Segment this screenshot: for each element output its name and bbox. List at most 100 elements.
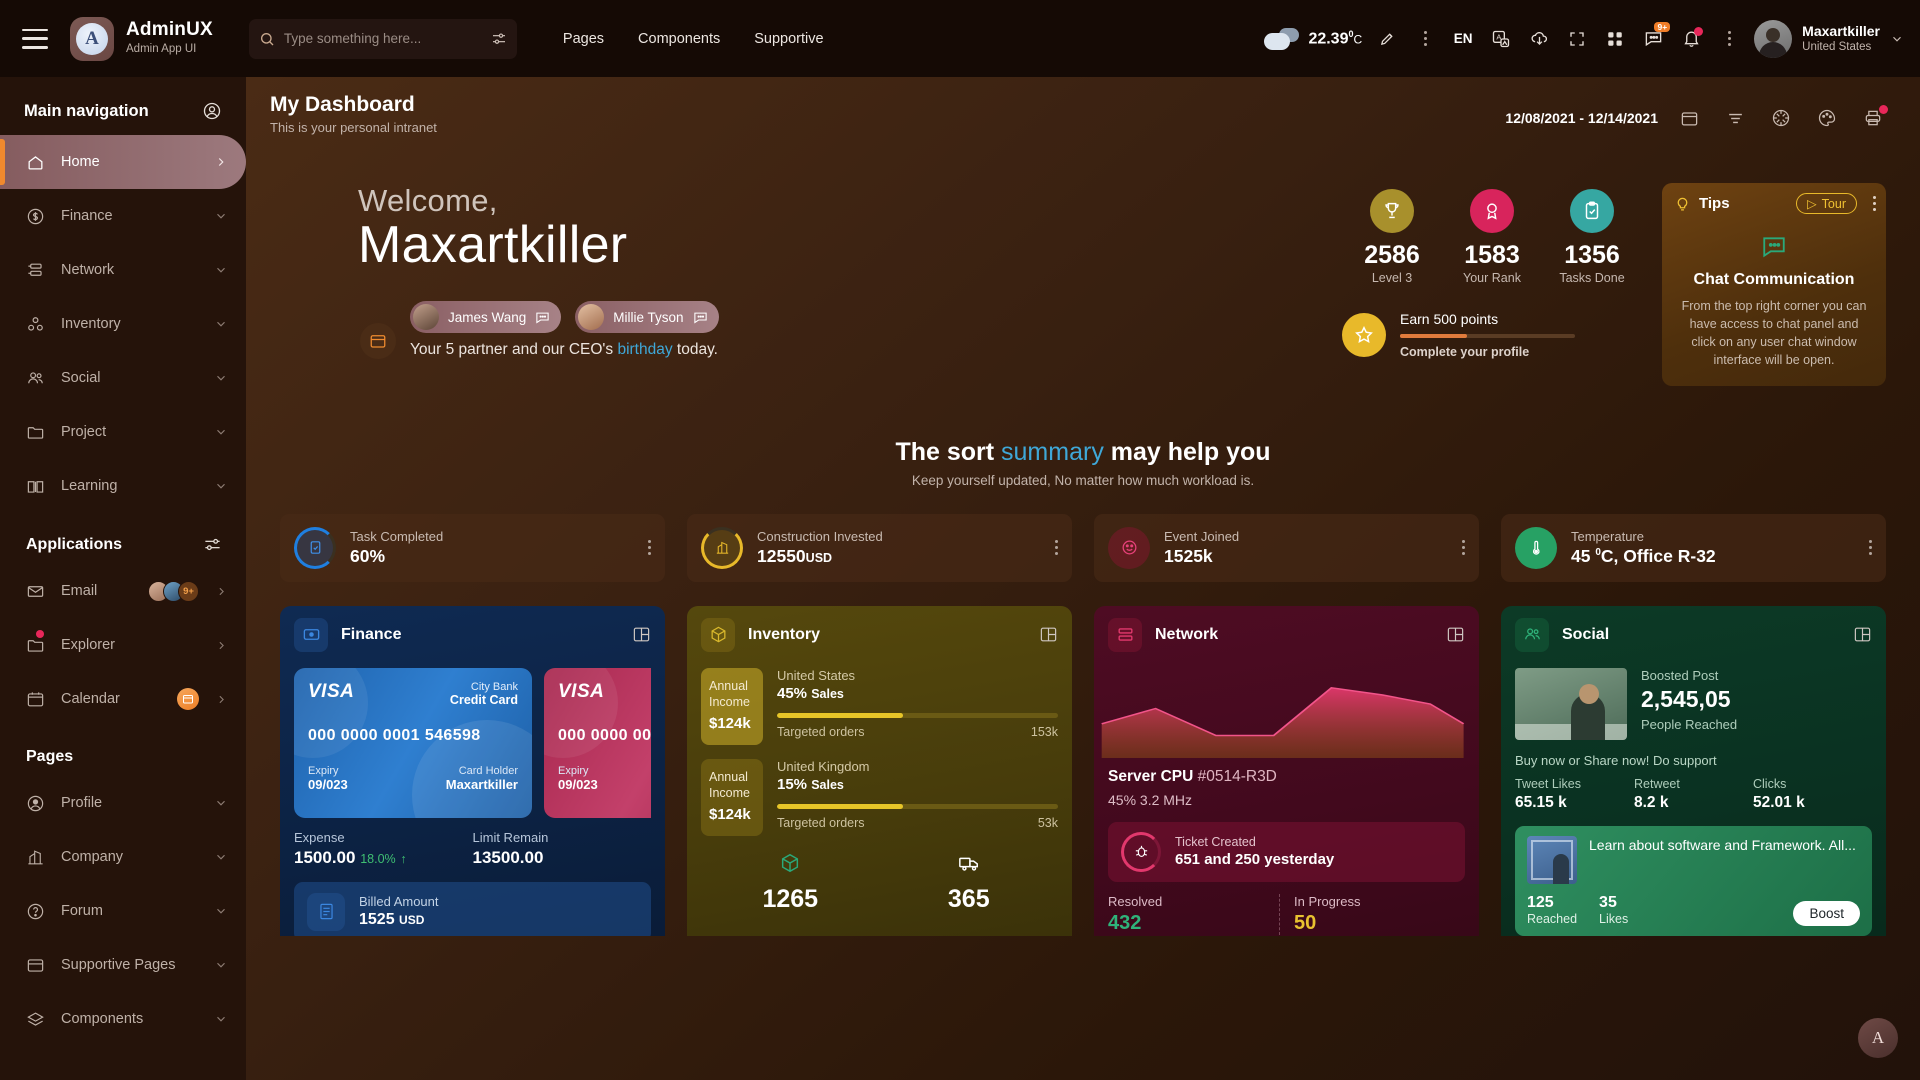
user-circle-icon[interactable] <box>202 101 222 121</box>
printer-icon[interactable] <box>1858 103 1888 133</box>
notifications-icon[interactable] <box>1672 20 1710 58</box>
stat-value: 1356 <box>1564 241 1620 269</box>
layout-grid-icon[interactable] <box>632 625 651 644</box>
credit-card[interactable]: VISA City Bank Credit Card 000 0000 0001… <box>294 667 532 818</box>
promo-card[interactable]: Learn about software and Framework. All.… <box>1515 825 1872 936</box>
sidebar-pages-header: Pages <box>0 726 246 776</box>
metric-label: Tweet Likes <box>1515 776 1582 791</box>
sidebar-item-social[interactable]: Social <box>0 351 246 405</box>
hamburger-icon[interactable] <box>22 28 48 49</box>
floating-action-button[interactable]: A <box>1858 1018 1898 1058</box>
metric-tweet-likes: Tweet Likes 65.15 k <box>1515 777 1634 812</box>
chat-icon[interactable] <box>535 310 550 325</box>
boost-button[interactable]: Boost <box>1793 900 1860 926</box>
user-name: Maxartkiller <box>1802 22 1880 39</box>
filter-icon[interactable] <box>1720 103 1750 133</box>
kpi-label: Event Joined <box>1164 528 1240 544</box>
translate-icon[interactable]: A <box>1482 20 1520 58</box>
topnav-item-components[interactable]: Components <box>638 31 720 47</box>
filter-sliders-icon[interactable] <box>491 31 507 47</box>
search-box[interactable] <box>248 18 517 59</box>
sidebar-item-calendar[interactable]: Calendar <box>0 672 246 726</box>
sidebar-item-forum[interactable]: Forum <box>0 884 246 938</box>
topnav-item-pages[interactable]: Pages <box>563 31 604 47</box>
cpu-stat: 45% 3.2 MHz <box>1108 791 1193 808</box>
partner-chip[interactable]: Millie Tyson <box>575 301 719 333</box>
layout-grid-icon[interactable] <box>1446 625 1465 644</box>
sidebar-item-label: Learning <box>61 478 118 494</box>
more-options-icon[interactable] <box>1710 20 1748 58</box>
sidebar-item-profile[interactable]: Profile <box>0 776 246 830</box>
ticket-created-row[interactable]: Ticket Created 651 and 250 yesterday <box>1108 821 1465 882</box>
card-finance: Finance VISA City Bank Credit Card 000 0… <box>280 605 665 936</box>
tour-button[interactable]: ▷ Tour <box>1796 193 1857 214</box>
fullscreen-icon[interactable] <box>1558 20 1596 58</box>
chevron-down-icon <box>214 796 228 810</box>
layers-icon <box>26 1010 45 1029</box>
billed-amount-row[interactable]: Billed Amount 1525 USD <box>294 881 651 936</box>
kpi-more-icon[interactable] <box>1869 540 1872 555</box>
chevron-down-icon <box>214 850 228 864</box>
card-header: Network <box>1094 606 1479 664</box>
sidebar-item-network[interactable]: Network <box>0 243 246 297</box>
sidebar-item-email[interactable]: Email 9+ <box>0 564 246 618</box>
weather-more-icon[interactable] <box>1406 20 1444 58</box>
topnav-item-supportive[interactable]: Supportive <box>754 31 823 47</box>
chat-badge: 9+ <box>1654 21 1671 32</box>
folder-icon <box>26 423 45 442</box>
chat-icon[interactable]: 9+ <box>1634 20 1672 58</box>
stat-caption: Your Rank <box>1463 271 1521 285</box>
palette-icon[interactable] <box>1812 103 1842 133</box>
sidebar-item-label: Email <box>61 583 98 599</box>
credit-card[interactable]: VISA City Bank Credit Card 000 0000 0001… <box>544 667 651 818</box>
sidebar-item-components[interactable]: Components <box>0 992 246 1046</box>
user-profile[interactable]: Maxartkiller United States <box>1754 19 1904 58</box>
kpi-temperature[interactable]: Temperature 45 0C, Office R-32 <box>1501 513 1886 582</box>
edit-pencil-icon[interactable] <box>1368 20 1406 58</box>
date-range[interactable]: 12/08/2021 - 12/14/2021 <box>1505 110 1658 126</box>
kpi-construction-invested[interactable]: Construction Invested 12550USD <box>687 513 1072 582</box>
calendar-icon[interactable] <box>1674 103 1704 133</box>
promo-stat-caption: Likes <box>1599 911 1629 926</box>
kpi-more-icon[interactable] <box>1462 540 1465 555</box>
birthday-link[interactable]: birthday <box>617 341 672 358</box>
sidebar-pages-label: Pages <box>26 748 74 765</box>
credit-cards-carousel[interactable]: VISA City Bank Credit Card 000 0000 0001… <box>294 667 651 818</box>
ball-icon[interactable] <box>1766 103 1796 133</box>
weather-widget: 22.390C <box>1264 27 1362 51</box>
ticket-label: Ticket Created <box>1175 835 1256 849</box>
kpi-task-completed[interactable]: Task Completed 60% <box>280 513 665 582</box>
kpi-row: Task Completed 60% Construction Invested… <box>246 488 1920 582</box>
kpi-more-icon[interactable] <box>648 540 651 555</box>
layout-grid-icon[interactable] <box>1853 625 1872 644</box>
chevron-down-icon[interactable] <box>1890 32 1904 46</box>
badge-line-1: Annual <box>709 769 748 784</box>
partner-chip[interactable]: James Wang <box>410 301 562 333</box>
search-input[interactable] <box>283 31 482 46</box>
apps-grid-icon[interactable] <box>1596 20 1634 58</box>
sidebar-item-project[interactable]: Project <box>0 405 246 459</box>
kpi-event-joined[interactable]: Event Joined 1525k <box>1094 513 1479 582</box>
download-cloud-icon[interactable] <box>1520 20 1558 58</box>
home-icon <box>26 153 45 172</box>
brand[interactable]: A AdminUX Admin App UI <box>70 16 213 61</box>
sidebar: Main navigation Home Finance Network Inv… <box>0 77 246 1080</box>
sidebar-item-supportive-pages[interactable]: Supportive Pages <box>0 938 246 992</box>
sidebar-item-inventory[interactable]: Inventory <box>0 297 246 351</box>
sidebar-item-explorer[interactable]: Explorer <box>0 618 246 672</box>
cpu-id: #0514-R3D <box>1197 767 1277 785</box>
chat-icon[interactable] <box>693 310 708 325</box>
server-cpu-chart <box>1094 668 1479 758</box>
clipboard-icon <box>294 526 336 569</box>
settings-sliders-icon[interactable] <box>203 535 222 554</box>
tips-more-icon[interactable] <box>1873 196 1876 211</box>
sidebar-item-company[interactable]: Company <box>0 830 246 884</box>
sidebar-applications-header: Applications <box>0 513 246 564</box>
in-progress-value: 50 <box>1294 911 1317 934</box>
sidebar-item-learning[interactable]: Learning <box>0 459 246 513</box>
layout-grid-icon[interactable] <box>1039 625 1058 644</box>
sidebar-item-finance[interactable]: Finance <box>0 189 246 243</box>
sidebar-item-home[interactable]: Home <box>0 135 246 189</box>
kpi-more-icon[interactable] <box>1055 540 1058 555</box>
language-selector[interactable]: EN <box>1444 20 1482 58</box>
